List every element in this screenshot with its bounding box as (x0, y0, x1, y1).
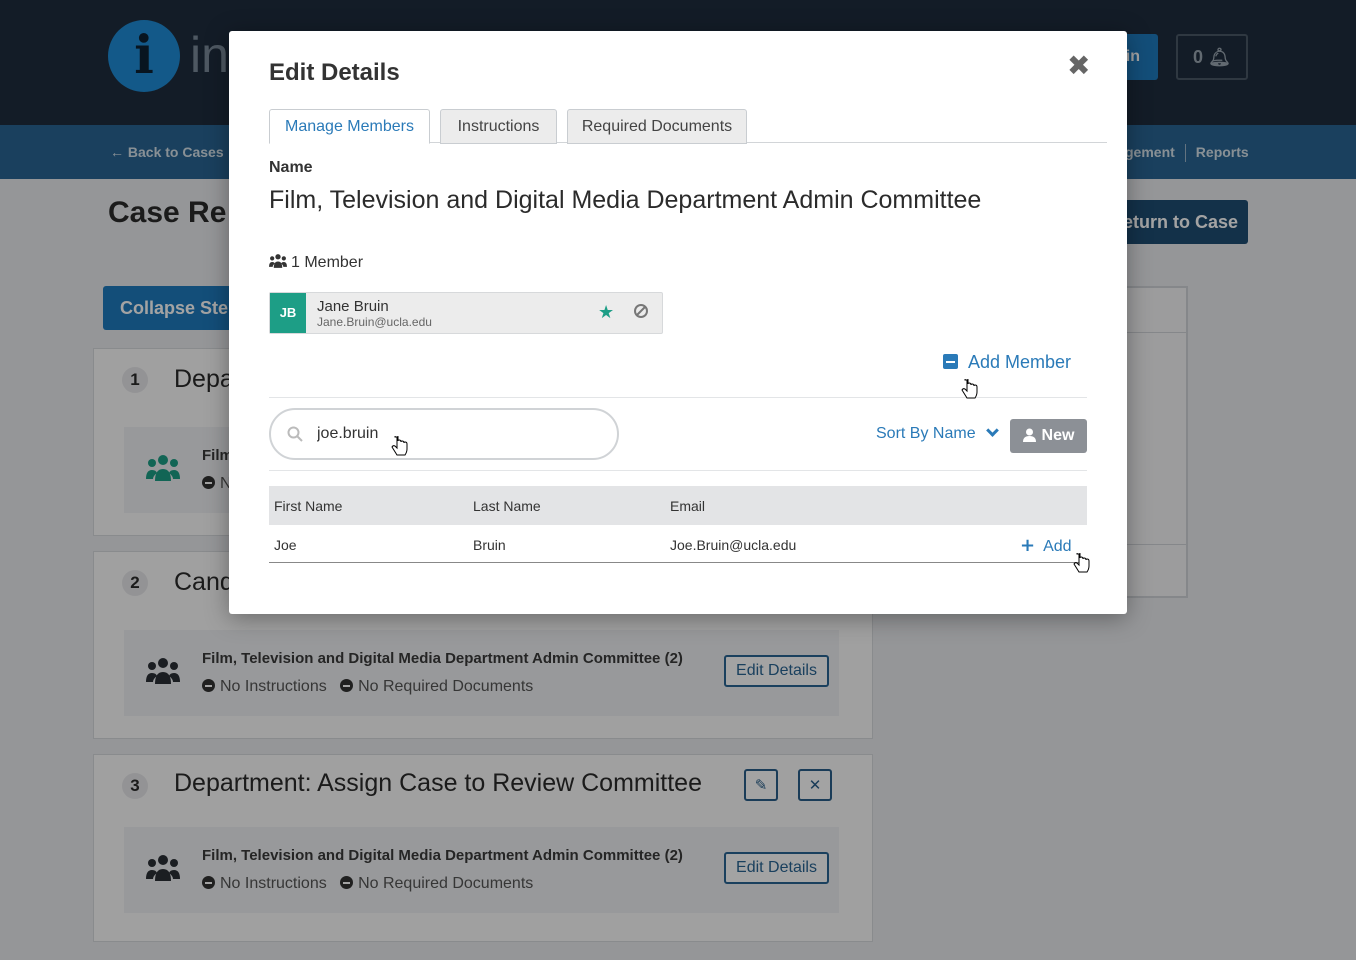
column-first-name: First Name (274, 498, 343, 514)
hand-cursor-icon (961, 379, 978, 399)
column-email: Email (670, 498, 706, 514)
add-member-toggle[interactable]: Add Member (943, 352, 1071, 373)
member-name: Jane Bruin (317, 298, 389, 315)
cell-email: Joe.Bruin@ucla.edu (670, 537, 797, 553)
avatar: JB (270, 293, 306, 333)
remove-member-icon[interactable] (634, 304, 648, 318)
committee-name-value: Film, Television and Digital Media Depar… (269, 186, 982, 214)
close-icon[interactable]: ✖ (1067, 51, 1090, 81)
hand-cursor-icon (391, 436, 408, 456)
member-email: Jane.Bruin@ucla.edu (317, 315, 432, 329)
edit-details-modal: Edit Details ✖ Manage Members Instructio… (229, 31, 1127, 614)
search-input[interactable] (317, 422, 597, 446)
table-header: First Name Last Name Email (269, 486, 1087, 525)
cell-last-name: Bruin (473, 537, 506, 553)
divider (269, 470, 1087, 471)
tab-instructions[interactable]: Instructions (440, 109, 557, 144)
tab-manage-members[interactable]: Manage Members (269, 109, 430, 144)
tab-required-documents[interactable]: Required Documents (567, 109, 747, 144)
member-count: 1 Member (269, 253, 363, 272)
add-user-button[interactable]: + Add (1020, 535, 1072, 556)
star-icon[interactable]: ★ (598, 303, 614, 323)
modal-title: Edit Details (269, 59, 400, 86)
sort-dropdown[interactable]: Sort By Name (876, 424, 999, 443)
table-row: Joe Bruin Joe.Bruin@ucla.edu + Add (269, 525, 1087, 563)
add-member-label: Add Member (968, 352, 1072, 372)
cell-first-name: Joe (274, 537, 297, 553)
member-count-text: 1 Member (291, 254, 364, 271)
user-icon (1022, 428, 1036, 442)
minus-square-icon (943, 354, 958, 369)
name-label: Name (269, 159, 313, 176)
add-label: Add (1043, 538, 1072, 555)
users-icon (269, 254, 287, 268)
plus-icon: + (1020, 535, 1036, 556)
member-card: JB Jane Bruin Jane.Bruin@ucla.edu ★ (269, 292, 663, 334)
new-user-button[interactable]: New (1010, 419, 1087, 453)
member-search (269, 408, 619, 460)
sort-label: Sort By Name (876, 425, 976, 442)
chevron-down-icon (985, 424, 999, 437)
hand-cursor-icon (1073, 553, 1090, 573)
new-button-label: New (1041, 427, 1075, 444)
search-results-table: First Name Last Name Email Joe Bruin Joe… (269, 486, 1087, 563)
search-icon (287, 426, 303, 442)
column-last-name: Last Name (473, 498, 541, 514)
tab-bar: Manage Members Instructions Required Doc… (269, 109, 1107, 144)
